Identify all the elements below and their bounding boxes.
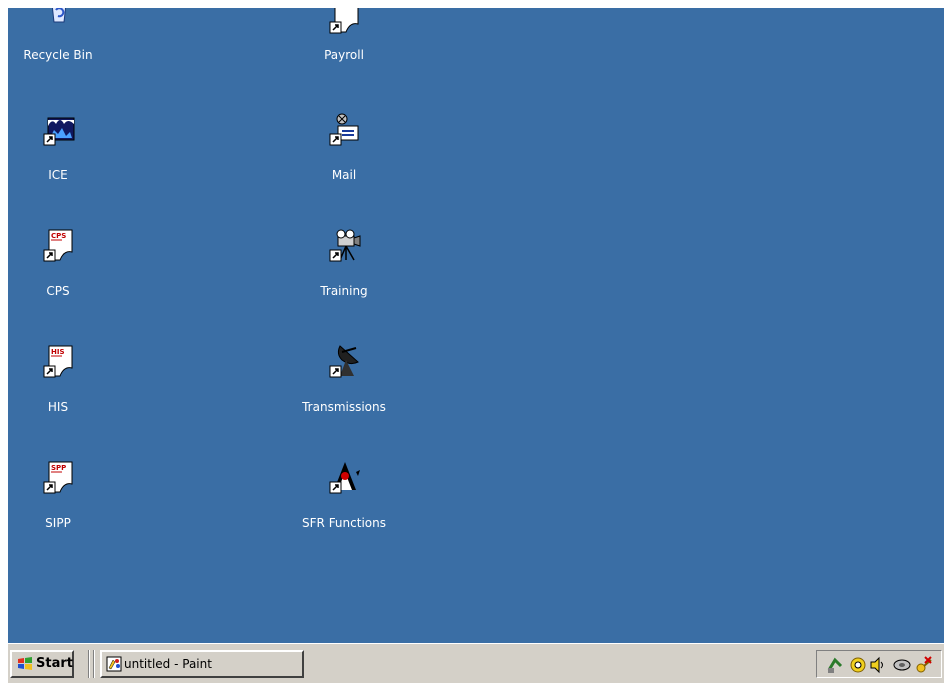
desktop-icon-label: Mail — [331, 168, 357, 182]
desktop-icon-his[interactable]: HIS HIS — [8, 344, 108, 424]
start-button[interactable]: Start — [10, 650, 74, 678]
desktop-icon-sipp[interactable]: SPP SIPP — [8, 460, 108, 540]
desktop-icon-label: ICE — [48, 168, 68, 182]
desktop-icon-recycle-bin[interactable]: Recycle Bin — [8, 8, 108, 80]
desktop-icon-label: SIPP — [45, 516, 71, 530]
desktop-icon-mail[interactable]: Mail — [294, 112, 394, 192]
network-icon[interactable] — [827, 656, 845, 674]
java-duke-icon — [329, 462, 360, 494]
document-shortcut-icon: CPS — [43, 229, 73, 262]
system-tray — [816, 650, 942, 678]
desktop-icon-label: CPS — [46, 284, 70, 298]
disk-icon[interactable] — [893, 656, 911, 674]
desktop-icon-label: Payroll — [324, 48, 364, 62]
desktop-icon-ice[interactable]: ICE — [8, 112, 108, 192]
desktop-icon-label: HIS — [47, 400, 69, 414]
key-error-icon[interactable] — [915, 656, 933, 674]
desktop-icon-label: SFR Functions — [302, 516, 386, 530]
satellite-dish-icon — [329, 345, 359, 378]
taskbar-button-paint[interactable]: untitled - Paint — [100, 650, 304, 678]
document-badge: HIS — [51, 348, 65, 356]
document-shortcut-icon: SPP — [43, 461, 73, 494]
recycle-bin-icon — [51, 8, 67, 23]
desktop-icon-sfr-functions[interactable]: SFR Functions — [294, 460, 394, 540]
document-shortcut-icon: HIS — [43, 345, 73, 378]
windows-logo-icon — [18, 657, 32, 670]
start-label: Start — [36, 656, 73, 671]
tv-tuner-icon[interactable] — [849, 656, 867, 674]
desktop-icon-payroll[interactable]: Payroll — [294, 8, 394, 80]
taskbar-separator — [93, 650, 95, 678]
ice-icon — [43, 117, 75, 146]
paint-icon — [106, 656, 122, 672]
taskbar: Start untitled - Paint — [8, 643, 944, 683]
document-shortcut-icon — [329, 8, 359, 34]
desktop-icon-label: Training — [320, 284, 368, 298]
volume-icon[interactable] — [869, 656, 887, 674]
desktop-icon-transmissions[interactable]: Transmissions — [294, 344, 394, 424]
document-badge: SPP — [51, 464, 66, 472]
desktop-icon-cps[interactable]: CPS CPS — [8, 228, 108, 308]
desktop: Recycle Bin ICE CPS CPS HIS HIS SPP SIPP… — [8, 8, 944, 643]
taskbar-button-label: untitled - Paint — [124, 657, 212, 671]
mail-icon — [329, 113, 359, 146]
taskbar-separator — [88, 650, 90, 678]
desktop-icon-label: Recycle Bin — [23, 48, 93, 62]
desktop-icon-label: Transmissions — [302, 400, 386, 414]
desktop-icon-training[interactable]: Training — [294, 228, 394, 308]
video-camera-icon — [329, 229, 361, 262]
document-badge: CPS — [51, 232, 66, 240]
